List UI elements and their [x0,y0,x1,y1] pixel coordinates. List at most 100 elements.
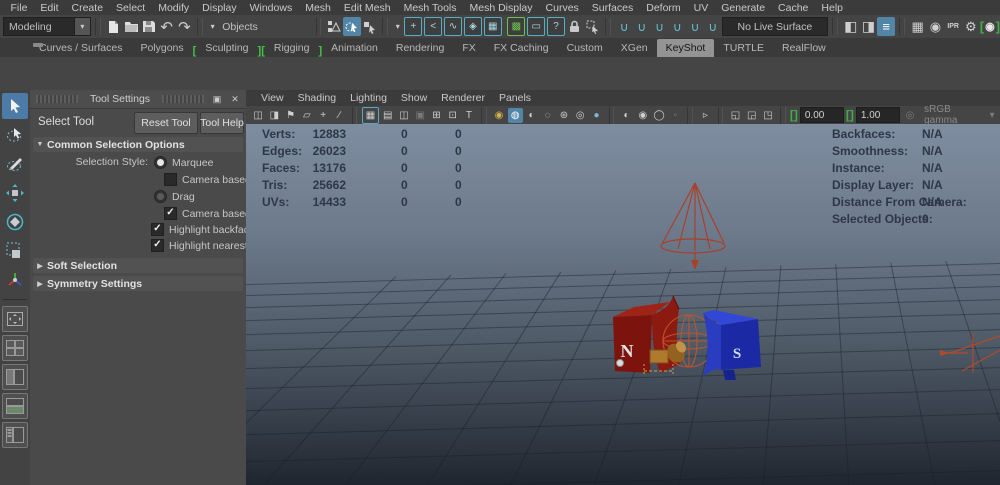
color-space-dropdown[interactable]: sRGB gamma [924,104,984,126]
menu-edit-mesh[interactable]: Edit Mesh [337,2,397,14]
menu-edit[interactable]: Edit [34,2,65,14]
isolate-select-icon[interactable]: ▹ [698,108,713,123]
shelf-tab-keyshot[interactable]: KeyShot [656,39,715,57]
make-live-icon[interactable]: ∪ [704,17,722,36]
checkbox-checked-icon[interactable]: ✓ [164,207,177,220]
output-connections-icon[interactable]: ◨ [860,17,878,36]
panel-menu-view[interactable]: View [254,92,291,104]
mask-mesh-icon[interactable]: ▩ [507,17,526,36]
section-common-selection-options[interactable]: ▼ Common Selection Options [33,137,243,152]
grid-toggle-icon[interactable]: ▦ [361,106,380,124]
xray-mode-icon[interactable]: ▫ [668,108,683,123]
menu-create[interactable]: Create [65,2,110,14]
snap-projected-center-icon[interactable]: ∪ [668,17,686,36]
menu-help[interactable]: Help [815,2,850,14]
checkbox-unchecked-icon[interactable]: ✓ [164,173,177,186]
radio-selected-icon[interactable] [154,156,167,169]
section-soft-selection[interactable]: ▶ Soft Selection [33,258,243,273]
menu-modify[interactable]: Modify [152,2,196,14]
close-panel-icon[interactable]: ✕ [228,93,242,105]
radio-unselected-icon[interactable] [154,190,167,203]
shaded-mode-icon[interactable]: ◐ [619,108,634,123]
gamma-field[interactable]: 1.00 [855,107,900,123]
highlight-selection-icon[interactable] [584,17,602,36]
all-lights-icon[interactable]: ◌ [540,108,555,123]
scale-tool-button[interactable] [2,238,28,264]
menu-curves[interactable]: Curves [539,2,585,14]
lasso-tool-button[interactable] [2,122,28,148]
mask-misc-icon[interactable]: ▭ [527,17,546,36]
exposure-field[interactable]: 0.00 [799,107,844,123]
cone-wireframe-object[interactable] [660,182,726,270]
panel-menu-show[interactable]: Show [394,92,434,104]
menu-mesh[interactable]: Mesh [299,2,338,14]
mask-curves-icon[interactable]: ∿ [444,17,462,36]
gate-mask-icon[interactable]: ▣ [413,108,428,123]
layout-single-pane-button[interactable] [2,306,28,332]
tool-help-button[interactable]: Tool Help [200,112,244,134]
panel-menu-renderer[interactable]: Renderer [434,92,492,104]
input-connections-icon[interactable]: ◧ [842,17,860,36]
checkbox-checked-icon[interactable]: ✓ [151,239,164,252]
highlight-backfaces-checkbox[interactable]: ✓ Highlight backfaces [151,223,246,236]
undo-icon[interactable]: ↶ [158,17,176,36]
shelf-tab-sculpting[interactable]: Sculpting [196,39,257,57]
image-plane-icon[interactable]: ▱ [299,108,314,123]
snap-view-plane-icon[interactable]: ∪ [686,17,704,36]
shelf-tab-realflow[interactable]: RealFlow [773,39,835,57]
ipr-render-icon[interactable]: IPR [944,17,962,36]
menu-surfaces[interactable]: Surfaces [585,2,639,14]
color-management-icon[interactable]: ◎ [902,108,917,123]
shelf-grip[interactable] [33,43,43,47]
shelf-tab-custom[interactable]: Custom [558,39,612,57]
film-gate-icon[interactable]: ▤ [380,108,395,123]
ambient-occlusion-icon[interactable]: ◎ [573,108,588,123]
mask-points-icon[interactable]: ◈ [463,17,482,36]
view-layer-2-icon[interactable]: ◲ [744,108,759,123]
shelf-tab-xgen[interactable]: XGen [612,39,657,57]
menu-display[interactable]: Display [196,2,243,14]
shadows-icon[interactable]: ⊛ [556,108,571,123]
move-tool-button[interactable] [2,180,28,206]
motion-blur-icon[interactable]: ● [589,108,604,123]
save-scene-icon[interactable] [140,17,158,36]
marquee-radio[interactable]: Marquee [154,156,213,169]
menu-file[interactable]: File [4,2,34,14]
camera-attributes-icon[interactable]: ◨ [267,108,282,123]
magnet-south-object[interactable]: S [703,310,761,380]
render-view-icon[interactable]: ▦ [909,17,927,36]
view-layer-3-icon[interactable]: ◳ [760,108,775,123]
new-scene-icon[interactable] [105,17,123,36]
flat-lighting-icon[interactable]: ◐ [524,108,539,123]
shelf-tab-curves-surfaces[interactable]: Curves / Surfaces [30,39,131,57]
shelf-tab-fx[interactable]: FX [453,39,484,57]
construction-history-icon[interactable]: ≡ [877,17,896,36]
last-tool-axis-icon[interactable] [2,267,28,293]
mask-render-icon[interactable]: ▦ [483,17,502,36]
snap-curve-icon[interactable]: ∪ [633,17,651,36]
tool-settings-titlebar[interactable]: Tool Settings ▣ ✕ [30,90,246,109]
selection-mask-caret-icon[interactable]: ▾ [207,17,218,36]
menu-uv[interactable]: UV [687,2,715,14]
drag-radio[interactable]: Drag [154,190,195,203]
pan-zoom-icon[interactable]: + [316,108,331,123]
grease-pencil-icon[interactable]: ∕ [332,108,347,123]
snap-point-icon[interactable]: ∪ [651,17,669,36]
shelf-tab-turtle[interactable]: TURTLE [714,39,773,57]
mask-help-icon[interactable]: ? [547,17,566,36]
selection-mask-dropdown[interactable]: Objects [218,18,311,35]
shelf-tab-polygons[interactable]: Polygons [131,39,192,57]
redo-icon[interactable]: ↷ [176,17,194,36]
color-space-caret-icon[interactable]: ▾ [984,108,999,123]
layout-two-pane-stacked-button[interactable] [2,393,28,419]
reset-tool-button[interactable]: Reset Tool [134,112,198,134]
view-layer-1-icon[interactable]: ◱ [728,108,743,123]
camera-based-paint-checkbox[interactable]: ✓ Camera based pai [164,207,246,220]
lock-icon[interactable] [566,17,584,36]
keyshot-render-icon[interactable]: [◉] [980,19,1000,34]
rotate-tool-button[interactable] [2,209,28,235]
shelf-tab-animation[interactable]: Animation [322,39,387,57]
select-component-icon[interactable] [361,17,379,36]
snap-grid-icon[interactable]: ∪ [615,17,633,36]
select-object-icon[interactable] [343,17,361,36]
